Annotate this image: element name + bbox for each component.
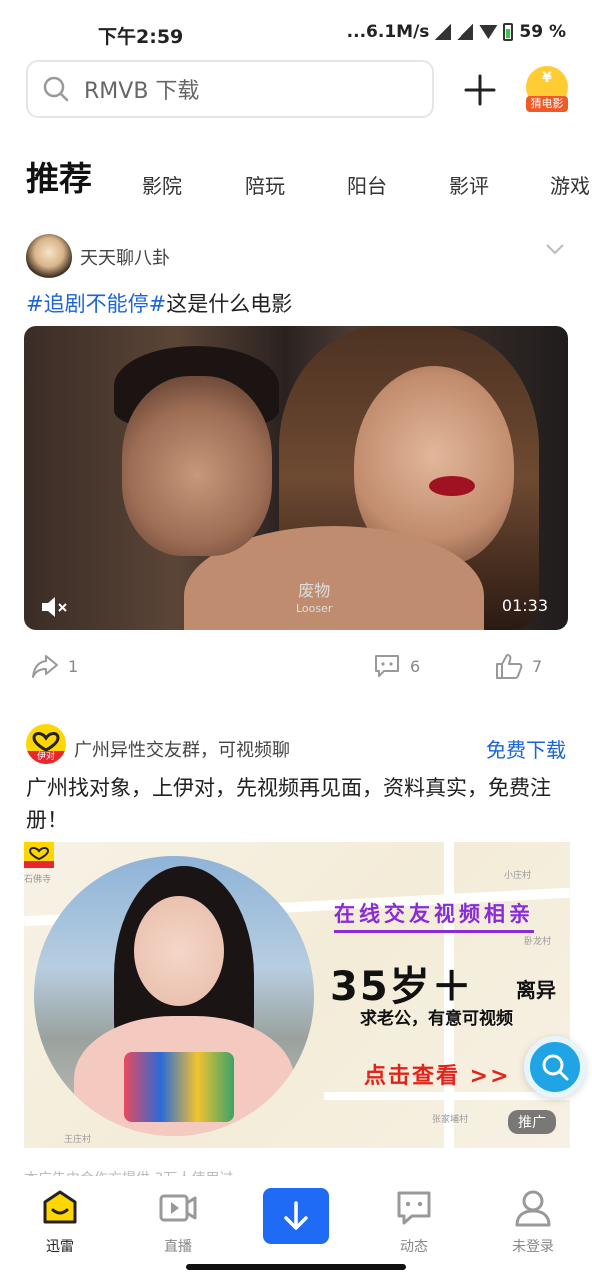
chevron-down-icon[interactable] [544,238,566,260]
photo-shirt-print [124,1052,234,1122]
user-icon [515,1190,551,1227]
ad-subline: 求老公，有意可视频 [360,1009,513,1029]
search-placeholder: RMVB 下载 [84,79,200,104]
map-label: 卧龙村 [524,937,552,947]
share-button[interactable]: 1 [30,652,78,680]
share-icon [32,655,58,678]
post-title[interactable]: #追剧不能停#这是什么电影 [26,288,292,318]
signal-icon [435,24,452,40]
mute-icon[interactable] [40,594,70,620]
avatar[interactable] [26,234,72,280]
battery-level: 59 % [519,22,566,42]
photo-face [134,896,224,1006]
search-input[interactable]: RMVB 下载 [26,60,434,118]
comment-button[interactable]: 6 [372,652,420,680]
free-download-button[interactable]: 免费下载 [486,734,566,763]
search-row: RMVB 下载 ¥ 猜电影 [0,60,592,120]
home-icon [43,1190,77,1224]
advertiser-name[interactable]: 广州异性交友群，可视频聊 [74,736,290,762]
video-frame-lips [429,476,475,496]
post-actions: 1 6 7 [0,652,592,682]
network-speed: ...6.1M/s [346,22,430,42]
comment-icon [375,655,399,677]
signal-icon-2 [457,24,474,40]
share-count: 1 [68,656,79,676]
nav-live-label: 直播 [164,1239,192,1255]
nav-account-label: 未登录 [512,1239,554,1255]
video-subtitle: 废物 Looser [296,582,332,618]
video-subtitle-cn: 废物 [298,581,331,600]
advertiser-logo-tag: 伊对 [26,751,66,764]
thumbs-up-icon [496,654,523,679]
video-player[interactable]: 废物 Looser 01:33 [24,326,568,630]
plus-icon[interactable] [462,72,498,108]
tab-cinema[interactable]: 影院 [142,170,182,199]
status-icons: ...6.1M/s 59 % [347,22,566,42]
ad-text[interactable]: 广州找对象，上伊对，先视频再见面，资料真实，免费注册！ [26,772,570,836]
ad-status: 离异 [516,978,556,1002]
search-icon [542,1054,569,1081]
nav-home-label: 迅雷 [46,1239,74,1255]
profile-photo [34,856,314,1136]
chat-bubble-icon [397,1191,431,1225]
like-count: 7 [532,656,543,676]
ad-headline: 在线交友视频相亲 [334,898,534,933]
map-label: 小庄村 [504,871,532,881]
wifi-icon [479,25,498,39]
download-button[interactable] [263,1188,329,1244]
search-icon [43,76,69,102]
ad-click-link[interactable]: 点击查看 >> [364,1058,511,1090]
tab-review[interactable]: 影评 [449,170,489,199]
tab-companion[interactable]: 陪玩 [245,170,285,199]
battery-icon [503,23,514,41]
bottom-nav: 迅雷 直播 动态 未登录 [0,1176,592,1280]
post-hashtag[interactable]: #追剧不能停# [26,292,166,316]
nav-feed-label: 动态 [400,1239,428,1255]
like-button[interactable]: 7 [494,652,542,680]
tab-balcony[interactable]: 阳台 [347,170,387,199]
floating-search-button[interactable] [524,1036,586,1098]
post-author[interactable]: 天天聊八卦 [26,234,170,280]
status-bar: 下午2:59 ...6.1M/s 59 % [0,0,592,60]
video-duration: 01:33 [501,596,548,615]
status-time: 下午2:59 [98,26,184,48]
tab-games[interactable]: 游戏 [550,170,590,199]
map-label: 张家埔村 [432,1115,469,1125]
tab-recommend[interactable]: 推荐 [26,152,92,200]
author-name[interactable]: 天天聊八卦 [80,244,170,270]
video-subtitle-en: Looser [296,602,333,615]
nav-live[interactable]: 直播 [138,1188,218,1256]
promo-badge: 推广 [508,1110,556,1134]
nav-home[interactable]: 迅雷 [20,1188,100,1256]
map-road [324,1092,570,1100]
ad-banner-image[interactable]: 石佛寺 小庄村 卧龙村 王庄村 张家埔村 在线交友视频相亲 35岁＋ 离异 求老… [24,842,570,1148]
guess-movie-button[interactable]: ¥ 猜电影 [526,66,568,112]
map-label: 石佛寺 [24,875,52,885]
download-arrow-icon [284,1201,308,1230]
video-camera-icon [159,1194,197,1222]
advertiser-logo[interactable]: 伊对 [26,724,66,764]
small-logo-icon [24,842,54,868]
guess-movie-label: 猜电影 [526,96,568,112]
category-tabs: 推荐 影院 陪玩 阳台 影评 游戏 [0,150,592,206]
comment-count: 6 [410,656,421,676]
gesture-bar[interactable] [186,1264,406,1270]
yen-icon: ¥ [542,70,552,86]
video-frame-man-face [122,376,272,556]
nav-feed[interactable]: 动态 [374,1188,454,1256]
post-divider [0,696,592,706]
nav-account[interactable]: 未登录 [493,1188,573,1256]
post-title-text: 这是什么电影 [166,292,293,316]
